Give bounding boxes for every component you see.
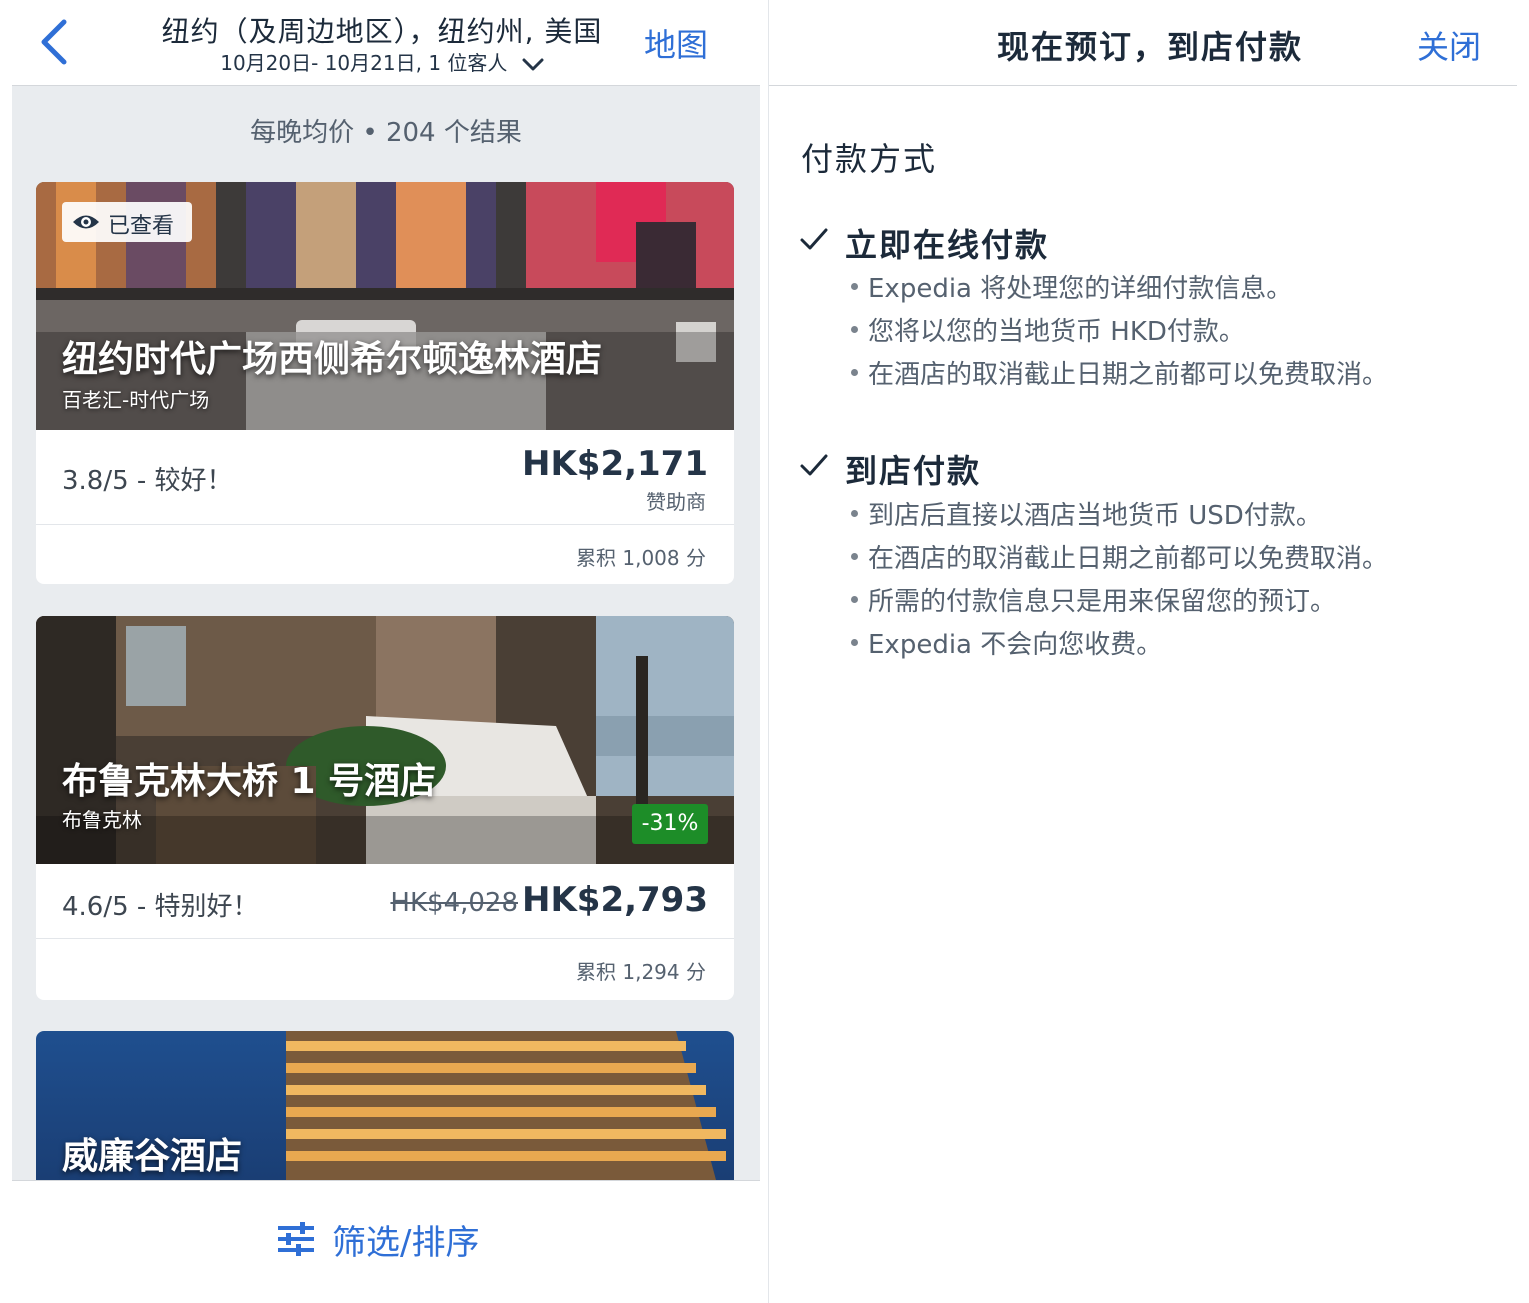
hotel-card[interactable]: 布鲁克林大桥 1 号酒店 布鲁克林 -31% 4.6/5 - 特别好！ HK$4… bbox=[36, 616, 734, 1000]
bullet-dot bbox=[851, 283, 858, 290]
checkmark-icon bbox=[800, 228, 828, 250]
option-bullet: 在酒店的取消截止日期之前都可以免费取消。 bbox=[851, 354, 1388, 391]
search-results-screen: 纽约（及周边地区），纽约州, 美国 10月20日- 10月21日, 1 位客人 … bbox=[12, 0, 760, 1303]
bottom-toolbar: 筛选/排序 bbox=[12, 1180, 760, 1303]
bullet-dot bbox=[851, 326, 858, 333]
option-heading: 到店付款 bbox=[845, 452, 982, 490]
bullet-text: 所需的付款信息只是用来保留您的预订。 bbox=[868, 587, 1337, 617]
hotel-name: 布鲁克林大桥 1 号酒店 bbox=[62, 761, 437, 802]
search-dates-guests[interactable]: 10月20日- 10月21日, 1 位客人 bbox=[122, 47, 642, 76]
viewed-label: 已查看 bbox=[108, 214, 175, 239]
card-divider bbox=[36, 524, 734, 525]
results-summary: 每晚均价 • 204 个结果 bbox=[250, 118, 522, 148]
eye-icon bbox=[73, 215, 99, 229]
bullet-text: Expedia 不会向您收费。 bbox=[868, 630, 1163, 660]
hotel-neighborhood: 百老汇-时代广场 bbox=[62, 388, 210, 412]
search-location-title[interactable]: 纽约（及周边地区），纽约州, 美国 bbox=[122, 10, 642, 50]
hotel-price: HK$2,793 bbox=[521, 880, 708, 920]
card-divider bbox=[36, 938, 734, 939]
hotel-name: 纽约时代广场西侧希尔顿逸林酒店 bbox=[62, 339, 603, 380]
search-header: 纽约（及周边地区），纽约州, 美国 10月20日- 10月21日, 1 位客人 … bbox=[12, 0, 760, 86]
reward-points: 累积 1,294 分 bbox=[576, 960, 706, 984]
hotel-price: HK$2,171 bbox=[521, 444, 708, 484]
hotel-photo: 布鲁克林大桥 1 号酒店 布鲁克林 -31% bbox=[36, 616, 734, 864]
close-button[interactable]: 关闭 bbox=[1417, 22, 1481, 68]
filter-sliders-icon bbox=[278, 1222, 314, 1256]
map-button[interactable]: 地图 bbox=[644, 20, 708, 66]
bullet-dot bbox=[851, 553, 858, 560]
filter-sort-label: 筛选/排序 bbox=[332, 1223, 480, 1263]
original-price: HK$4,028 bbox=[390, 888, 518, 918]
back-button[interactable] bbox=[34, 14, 78, 70]
option-bullet: 所需的付款信息只是用来保留您的预订。 bbox=[851, 581, 1336, 618]
option-heading: 立即在线付款 bbox=[845, 226, 1050, 264]
bullet-dot bbox=[851, 639, 858, 646]
chevron-down-icon bbox=[522, 58, 544, 70]
bullet-text: 在酒店的取消截止日期之前都可以免费取消。 bbox=[868, 544, 1389, 574]
option-bullet: Expedia 将处理您的详细付款信息。 bbox=[851, 268, 1292, 305]
back-chevron-icon bbox=[41, 19, 67, 65]
hotel-name: 威廉谷酒店 bbox=[62, 1136, 243, 1177]
bullet-text: 在酒店的取消截止日期之前都可以免费取消。 bbox=[868, 360, 1389, 390]
hotel-card[interactable]: 已查看 纽约时代广场西侧希尔顿逸林酒店 百老汇-时代广场 3.8/5 - 较好！… bbox=[36, 182, 734, 584]
payment-info-screen: 现在预订，到店付款 关闭 付款方式 立即在线付款 Expedia 将处理您的详细… bbox=[768, 0, 1529, 1303]
option-bullet: Expedia 不会向您收费。 bbox=[851, 624, 1162, 661]
hotel-photo: 威廉谷酒店 bbox=[36, 1031, 734, 1180]
option-bullet: 在酒店的取消截止日期之前都可以免费取消。 bbox=[851, 538, 1388, 575]
dates-guests-text: 10月20日- 10月21日, 1 位客人 bbox=[220, 51, 508, 75]
bullet-text: 到店后直接以酒店当地货币 USD付款。 bbox=[868, 501, 1322, 531]
hotel-rating: 3.8/5 - 较好！ bbox=[62, 466, 233, 496]
hotel-neighborhood: 布鲁克林 bbox=[62, 808, 142, 832]
reward-points: 累积 1,008 分 bbox=[576, 546, 706, 570]
discount-badge: -31% bbox=[632, 804, 708, 844]
bullet-dot bbox=[851, 596, 858, 603]
viewed-badge: 已查看 bbox=[62, 202, 192, 242]
bullet-dot bbox=[851, 369, 858, 376]
payment-methods-heading: 付款方式 bbox=[801, 140, 938, 178]
hotel-card[interactable]: 威廉谷酒店 bbox=[36, 1031, 734, 1180]
hotel-rating: 4.6/5 - 特别好！ bbox=[62, 892, 259, 922]
checkmark-icon bbox=[800, 454, 828, 476]
option-bullet: 到店后直接以酒店当地货币 USD付款。 bbox=[851, 495, 1322, 532]
hotel-photo: 已查看 纽约时代广场西侧希尔顿逸林酒店 百老汇-时代广场 bbox=[36, 182, 734, 430]
bullet-text: 您将以您的当地货币 HKD付款。 bbox=[868, 317, 1245, 347]
payment-header: 现在预订，到店付款 关闭 bbox=[769, 0, 1517, 86]
option-bullet: 您将以您的当地货币 HKD付款。 bbox=[851, 311, 1245, 348]
bullet-text: Expedia 将处理您的详细付款信息。 bbox=[868, 274, 1293, 304]
payment-sheet-title: 现在预订，到店付款 bbox=[997, 28, 1304, 66]
sponsored-label: 赞助商 bbox=[646, 490, 706, 514]
bullet-dot bbox=[851, 510, 858, 517]
